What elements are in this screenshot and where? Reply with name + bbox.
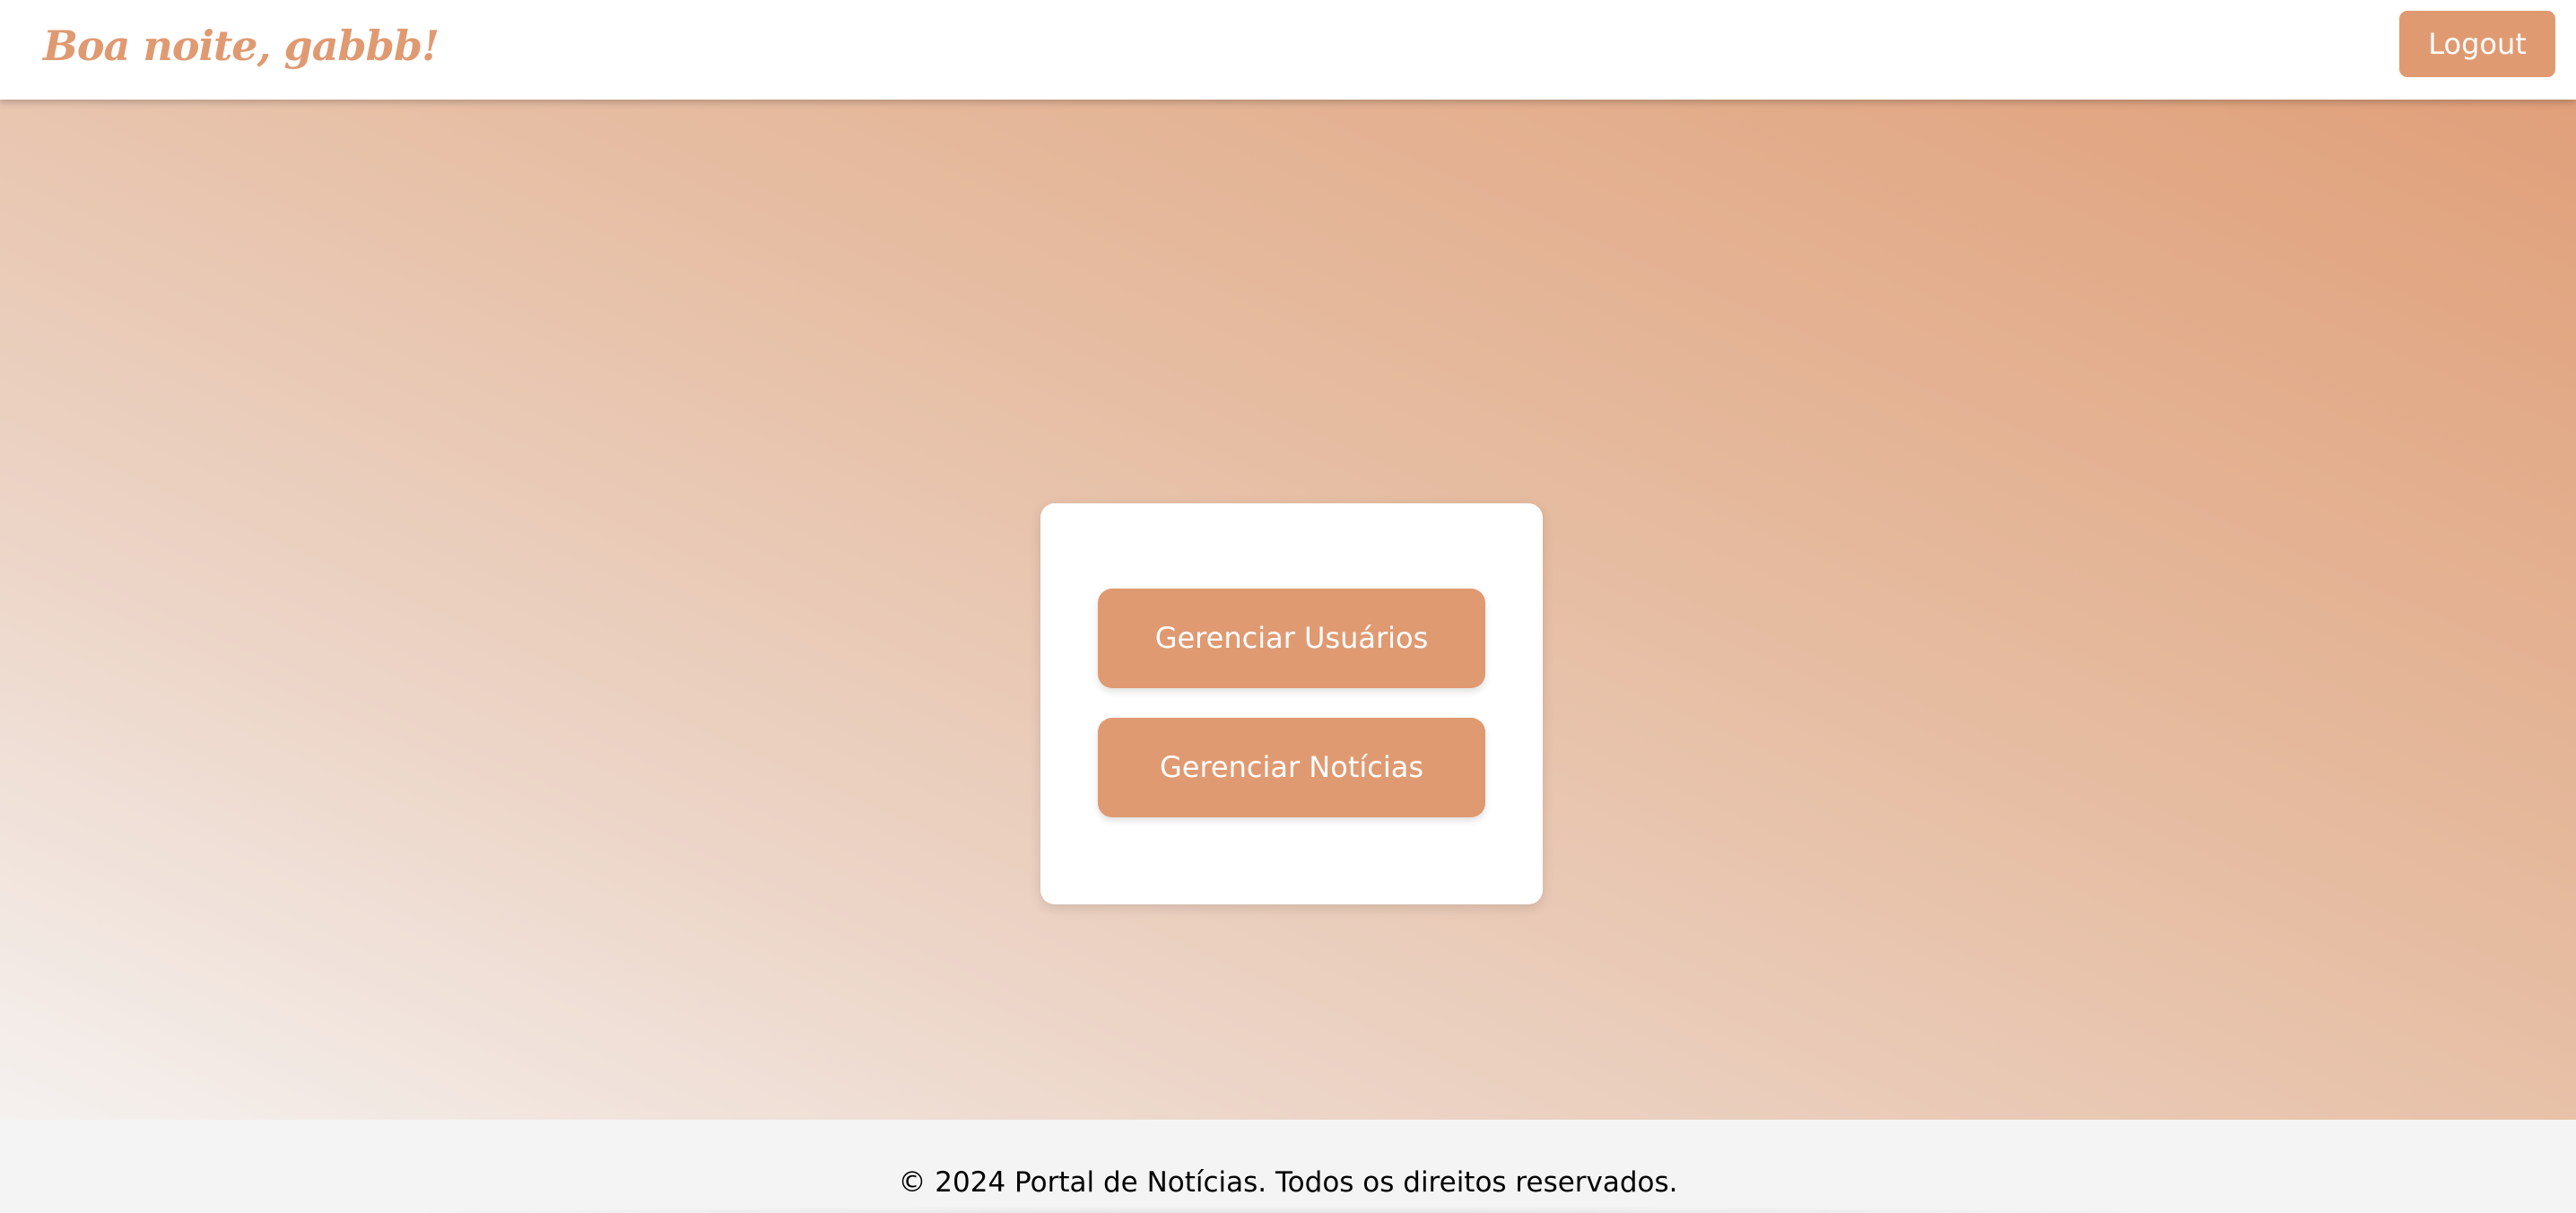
top-bar: Boa noite, gabbb! Logout: [0, 0, 2576, 100]
footer-shadow: [305, 1206, 2269, 1213]
footer: © 2024 Portal de Notícias. Todos os dire…: [0, 1120, 2576, 1213]
manage-news-button[interactable]: Gerenciar Notícias: [1098, 718, 1485, 817]
manage-users-button[interactable]: Gerenciar Usuários: [1098, 589, 1485, 688]
admin-menu-card: Gerenciar Usuários Gerenciar Notícias: [1040, 503, 1543, 904]
greeting-text: Boa noite, gabbb!: [43, 22, 439, 70]
main-area: Gerenciar Usuários Gerenciar Notícias: [0, 100, 2576, 1120]
logout-button[interactable]: Logout: [2399, 11, 2555, 77]
copyright-text: © 2024 Portal de Notícias. Todos os dire…: [898, 1166, 1678, 1199]
